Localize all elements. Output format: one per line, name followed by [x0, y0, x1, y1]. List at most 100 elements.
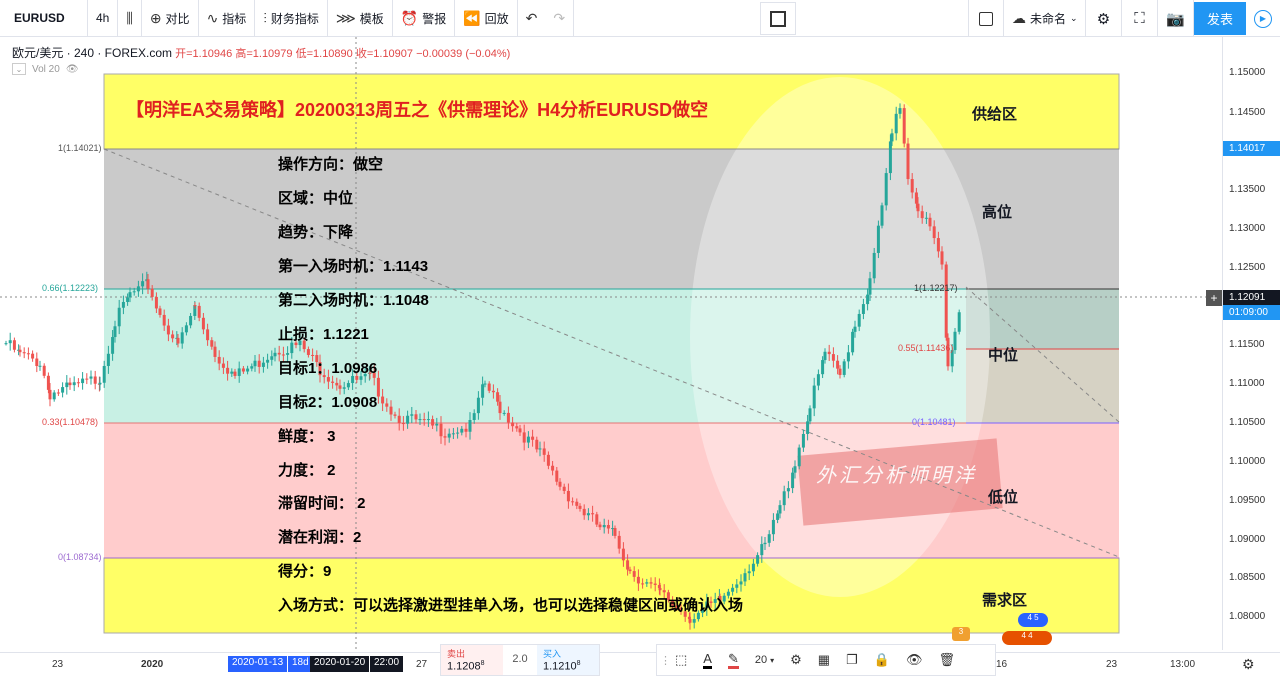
candle-body	[551, 465, 555, 471]
candle-body	[456, 432, 460, 434]
candle-body	[68, 382, 72, 386]
candle-body	[582, 508, 586, 516]
candle-body	[273, 352, 277, 357]
font-size-select[interactable]: 20 ▾	[747, 645, 782, 675]
candle-body	[221, 363, 225, 368]
candle-body	[31, 353, 35, 359]
candle-body	[414, 414, 418, 420]
candle-body	[290, 342, 294, 354]
settings-button[interactable]: ⚙	[1086, 0, 1122, 37]
countdown-tag: 01:09:00	[1223, 305, 1280, 320]
templates-button[interactable]: ⋙ 模板	[328, 0, 393, 37]
candle-body	[98, 382, 102, 385]
redo-button[interactable]: ↷	[545, 0, 575, 37]
sell-button[interactable]: 卖出 1.12088	[441, 645, 503, 675]
alerts-button[interactable]: ⏰ 警报	[393, 0, 456, 37]
candle-body	[166, 325, 170, 335]
symbol-search[interactable]: EURUSD	[0, 0, 88, 37]
delete-button[interactable]: 🗑	[930, 645, 963, 675]
chart-pane[interactable]: 【明洋EA交易策略】20200313周五之《供需理论》H4分析EURUSD做空 …	[0, 37, 1222, 652]
watermark-text: 外汇分析师明洋	[816, 465, 977, 487]
candle-body	[410, 414, 414, 416]
candle-body	[464, 428, 468, 432]
candle-body	[555, 470, 559, 482]
snapshot-button[interactable]: 📷	[1158, 0, 1194, 37]
candle-body	[888, 141, 892, 174]
layout-name-menu[interactable]: ☁ 未命名 ⌄	[1004, 0, 1086, 37]
candle-body	[171, 334, 175, 339]
candle-body	[306, 349, 310, 355]
fib-label-033: 0.33(1.10478)	[42, 417, 99, 427]
candle-body	[487, 383, 491, 391]
candle-body	[821, 360, 825, 375]
fib-label-1: 1(1.14021)	[58, 143, 102, 153]
candle-body	[782, 491, 786, 506]
top-toolbar: EURUSD 4h ⫼ ⊕ 对比 ∿ 指标 ⫶ 财务指标 ⋙ 模板 ⏰ 警报 ⏪ 回放 ↶ …	[0, 0, 1280, 37]
crosshair-plus-icon[interactable]: +	[1206, 290, 1222, 306]
candle-body	[653, 583, 657, 585]
fullscreen-select-button[interactable]	[760, 2, 796, 35]
candlestick-icon: ⫼	[126, 9, 133, 26]
candle-body	[8, 340, 12, 344]
candle-body	[381, 396, 385, 404]
pen-color-button[interactable]: ✎	[720, 645, 747, 675]
candle-body	[277, 352, 281, 355]
play-button[interactable]: ▶	[1246, 0, 1280, 37]
axis-settings-button[interactable]: ⚙	[1242, 656, 1255, 673]
candle-body	[928, 217, 932, 227]
candle-body	[542, 448, 546, 455]
lock-button[interactable]: 🔒	[866, 645, 898, 675]
candle-body	[483, 383, 487, 385]
candle-body	[838, 368, 842, 375]
candle-body	[526, 436, 530, 443]
text-color-button[interactable]: A	[695, 645, 720, 675]
financials-button[interactable]: ⫶ 财务指标	[255, 0, 328, 37]
candle-body	[266, 359, 270, 363]
candle-body	[126, 297, 130, 302]
price-tick: 1.08500	[1229, 572, 1266, 583]
line-style-button[interactable]: ⬚	[667, 645, 695, 675]
layout-toggle[interactable]	[968, 0, 1004, 37]
event-badge-icon[interactable]: 3	[952, 627, 970, 641]
template-button[interactable]: ▦	[810, 645, 838, 675]
visibility-button[interactable]: 👁	[898, 645, 931, 675]
candle-body	[226, 367, 230, 374]
candle-body	[85, 378, 89, 380]
candle-body	[793, 466, 797, 473]
candle-body	[342, 387, 346, 389]
interval-button[interactable]: 4h	[88, 0, 119, 37]
candle-body	[233, 371, 237, 376]
collapse-toggle[interactable]: ⌄	[12, 63, 26, 75]
candle-body	[511, 422, 515, 427]
time-axis[interactable]: 23 2020 2020-01-13 18d 2020-01-20 22:00 …	[0, 652, 1280, 676]
undo-button[interactable]: ↶	[518, 0, 546, 37]
event-badge-icon[interactable]: 4 5	[1018, 613, 1048, 627]
candle-body	[213, 346, 217, 357]
clone-button[interactable]: ❐	[838, 645, 866, 675]
candle-body	[76, 382, 80, 384]
candle-body	[944, 264, 948, 338]
price-axis[interactable]: 1.15000 1.14500 1.14017 1.13500 1.13000 …	[1222, 37, 1280, 650]
candle-body	[35, 358, 39, 367]
compare-button[interactable]: ⊕ 对比	[142, 0, 199, 37]
buy-button[interactable]: 买入 1.12108	[537, 645, 599, 675]
replay-button[interactable]: ⏪ 回放	[455, 0, 518, 37]
candle-body	[914, 192, 918, 204]
drawing-settings-button[interactable]: ⚙	[782, 645, 810, 675]
event-badge-icon[interactable]: 4 4	[1002, 631, 1052, 645]
template-icon: ⋙	[335, 9, 356, 26]
eye-icon[interactable]: 👁	[66, 64, 79, 75]
candle-body	[253, 360, 257, 367]
compare-label: 对比	[165, 11, 190, 26]
drag-handle[interactable]: ⋮	[657, 654, 671, 667]
chart-style-button[interactable]: ⫼	[118, 0, 142, 37]
publish-button[interactable]: 发表	[1194, 2, 1246, 35]
info-line: 趋势：下降	[278, 224, 354, 241]
indicators-button[interactable]: ∿ 指标	[199, 0, 256, 37]
chart-svg	[0, 37, 1222, 652]
candle-body	[884, 173, 888, 206]
fullscreen-button[interactable]: ⛶	[1122, 0, 1158, 37]
candle-body	[136, 286, 140, 292]
candle-body	[621, 548, 625, 561]
candle-body	[595, 514, 599, 525]
